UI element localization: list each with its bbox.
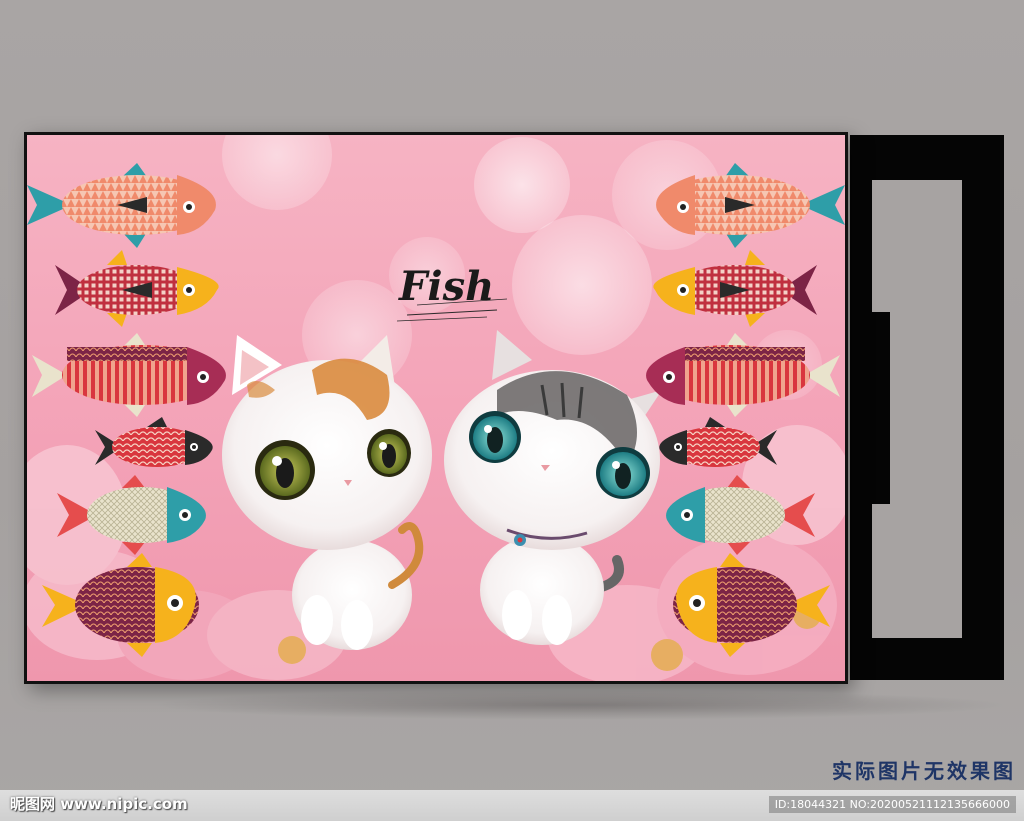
image-id-label: ID:18044321 NO:20200521112135666000 — [768, 796, 1016, 813]
frame-shadow — [150, 690, 1010, 720]
effect-notice: 实际图片无效果图 — [832, 759, 1016, 783]
back-frame-panel — [850, 312, 890, 504]
site-watermark: 昵图网 www.nipic.com — [10, 795, 188, 813]
artwork-scene: Fish — [27, 135, 845, 681]
title-text: Fish — [398, 263, 494, 310]
canvas-print: Fish — [24, 132, 848, 684]
